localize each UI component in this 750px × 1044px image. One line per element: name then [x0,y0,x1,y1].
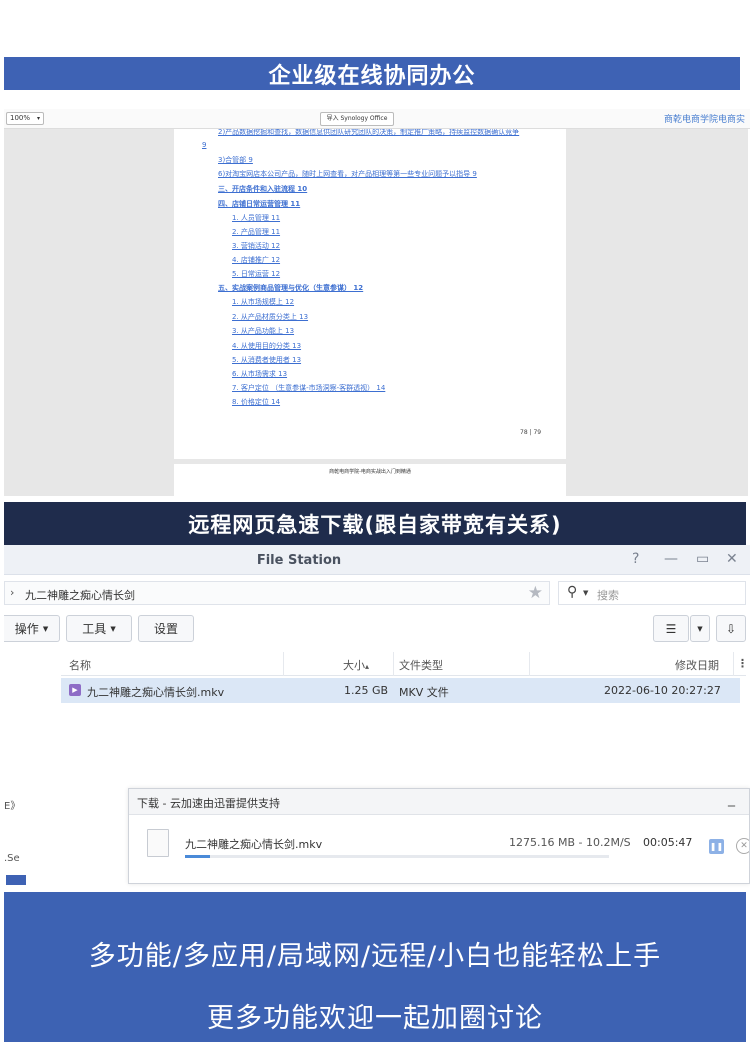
toc-link[interactable]: 8. 价格定位 14 [232,397,280,407]
sort-button[interactable]: ⇩ [716,615,746,642]
doc-title-label: 商乾电商学院电商实 [664,115,746,125]
file-icon [147,829,169,857]
file-modified: 2022-06-10 20:27:27 [604,684,721,697]
search-icon: ⚲ [567,584,578,600]
top-banner: 企业级在线协同办公 [4,57,740,90]
sidebar-fragment: .Se [4,853,20,864]
toc-link[interactable]: 四、店铺日常运营管理 11 [218,199,300,209]
toc-link[interactable]: 4. 店铺推广 12 [232,255,280,265]
toc-link[interactable]: 3. 从产品功能上 13 [232,326,294,336]
sort-ascending-icon: ▴ [365,662,370,671]
pause-button[interactable]: ❚❚ [709,839,724,854]
toc-link[interactable]: 5. 日常运营 12 [232,269,280,279]
download-stats: 1275.16 MB - 10.2M/S [509,836,631,849]
download-progress-fill [185,855,211,858]
toc-link[interactable]: 五、实战案例商品管理与优化（生意参谋） 12 [218,283,363,293]
chevron-right-icon: › [10,586,15,599]
toc-link[interactable]: 1. 人员管理 11 [232,213,280,223]
download-eta: 00:05:47 [643,836,693,849]
toc-link[interactable]: 4. 从使用目的分类 13 [232,341,301,351]
toc-link[interactable]: 2. 从产品材质分类上 13 [232,312,308,322]
zoom-value: 100% [10,114,31,122]
chevron-down-icon: ▼ [697,624,703,633]
toc-link[interactable]: 1. 从市场规模上 12 [232,297,294,307]
toc-link[interactable]: 7. 客户定位 （生意参谋-市场洞察-客群透视） 14 [232,383,385,393]
window-title: File Station [256,553,342,568]
download-panel-title: 下载 - 云加速由迅雷提供支持 [137,797,280,810]
page-footer: 商乾电商学院-电商实战出入门到精通 [329,469,411,475]
help-icon[interactable]: ? [632,551,639,567]
doc-toolbar: 100% ▾ 导入 Synology Office 商乾电商学院电商实 [4,109,750,129]
file-size: 1.25 GB [344,684,389,697]
chevron-down-icon: ▼ [583,589,589,597]
top-banner-text: 企业级在线协同办公 [268,63,476,89]
column-menu-icon[interactable]: ⋮ [737,657,748,670]
toc-link[interactable]: 6)对淘宝网店本公司产品，随时上网查看，对产品相理等第一些专业问题予以指导 9 [218,169,477,179]
toc-link[interactable]: 2)产品数据挖掘和查找，数据信息供团队研究团队的决策，制定推广策略，持续监控数据… [218,129,519,137]
minimize-icon[interactable]: — [664,551,678,567]
tools-label: 工具 [82,622,107,636]
column-type[interactable]: 文件类型 [399,657,443,673]
column-size[interactable]: 大小▴ [343,657,369,673]
document-next-page: 商乾电商学院-电商实战出入门到精通 [174,464,566,496]
list-view-button[interactable]: ☰ [653,615,689,642]
action-button[interactable]: 操作 ▼ [4,615,60,642]
view-dropdown-button[interactable]: ▼ [690,615,710,642]
toc-link[interactable]: 5. 从消费者使用者 13 [232,355,301,365]
middle-banner: 远程网页急速下载(跟自家带宽有关系) [4,502,746,545]
settings-button[interactable]: 设置 [138,615,194,642]
search-placeholder: 搜索 [597,589,619,602]
toc-link[interactable]: 3. 营销活动 12 [232,241,280,251]
sort-icon: ⇩ [725,621,737,636]
middle-banner-text: 远程网页急速下载(跟自家带宽有关系) [188,512,562,537]
path-bar[interactable]: › 九二神雕之痴心情长剑 ★ [4,581,550,605]
import-synology-office-button[interactable]: 导入 Synology Office [320,112,394,126]
toc-link[interactable]: 2. 产品管理 11 [232,227,280,237]
action-label: 操作 [14,622,39,636]
bottom-banner-line2: 更多功能欢迎一起加圈讨论 [207,1003,543,1034]
toc-link[interactable]: 6. 从市场需求 13 [232,369,287,379]
bottom-banner-line1: 多功能/多应用/局域网/远程/小白也能轻松上手 [88,941,662,972]
video-file-icon: ▶ [69,684,81,696]
zoom-select[interactable]: 100% ▾ [6,112,44,125]
download-panel-header: 下载 - 云加速由迅雷提供支持 _ [129,789,749,815]
sidebar-fragment: E》 [4,801,21,812]
chevron-down-icon: ▼ [110,624,116,633]
title-bar: File Station ? — ▭ ✕ [4,545,750,575]
path-text: 九二神雕之痴心情长剑 [25,589,135,602]
download-panel: 下载 - 云加速由迅雷提供支持 _ 九二神雕之痴心情长剑.mkv 1275.16… [128,788,750,884]
toc-link[interactable]: 三、开店条件和入驻流程 10 [218,184,307,194]
close-icon[interactable]: ✕ [726,551,738,567]
column-modified[interactable]: 修改日期 [675,657,719,673]
document-page: 78 | 79 2)产品数据挖掘和查找，数据信息供团队研究团队的决策，制定推广策… [174,129,566,459]
column-name[interactable]: 名称 [69,657,91,673]
toc-link[interactable]: 9 [202,141,206,149]
file-type: MKV 文件 [399,686,449,699]
minimize-icon[interactable]: _ [728,791,735,807]
table-row[interactable]: ▶ 九二神雕之痴心情长剑.mkv 1.25 GB MKV 文件 2022-06-… [61,678,740,703]
file-list-header: 名称 大小▴ 文件类型 修改日期 ⋮ [61,652,748,676]
document-viewport[interactable]: 78 | 79 2)产品数据挖掘和查找，数据信息供团队研究团队的决策，制定推广策… [4,129,748,496]
chevron-down-icon: ▼ [42,624,49,633]
chevron-down-icon: ▾ [36,115,40,122]
column-size-label: 大小 [343,659,365,672]
maximize-icon[interactable]: ▭ [696,551,709,567]
settings-label: 设置 [153,622,178,636]
list-view-icon: ☰ [665,621,677,636]
toc-link[interactable]: 3)合管部 9 [218,155,253,165]
download-progress-bar [185,855,609,858]
file-name: 九二神雕之痴心情长剑.mkv [87,686,225,699]
cancel-download-button[interactable]: ✕ [736,838,749,854]
star-icon[interactable]: ★ [528,583,543,603]
sidebar-badge [6,875,26,885]
download-file-name: 九二神雕之痴心情长剑.mkv [185,838,323,851]
search-input[interactable]: ⚲ ▼ 搜索 [558,581,746,605]
tools-button[interactable]: 工具 ▼ [66,615,132,642]
page-indicator: 78 | 79 [520,429,542,436]
bottom-banner: 多功能/多应用/局域网/远程/小白也能轻松上手 更多功能欢迎一起加圈讨论 [4,892,746,1042]
